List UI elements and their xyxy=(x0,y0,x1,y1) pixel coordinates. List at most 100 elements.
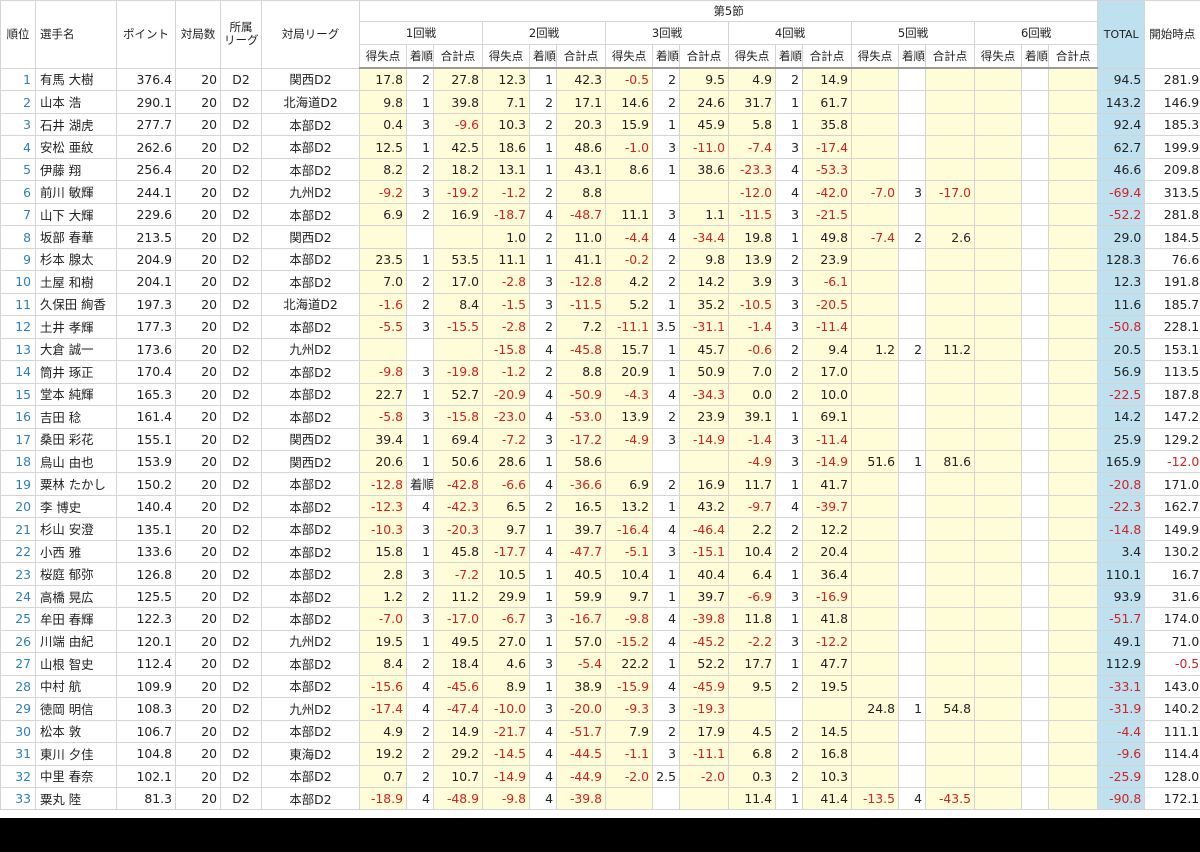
placement-cell-r1[interactable]: 4 xyxy=(406,786,434,811)
score-cell-r2[interactable]: 6.5 xyxy=(482,494,530,519)
round-header-2[interactable]: 2回戦 xyxy=(482,21,606,45)
points-header[interactable]: ポイント xyxy=(116,0,176,69)
match-league-cell[interactable]: 本部D2 xyxy=(261,652,360,676)
placement-cell-r2[interactable]: 1 xyxy=(529,135,557,159)
points-cell[interactable]: 104.8 xyxy=(116,742,176,766)
round-total-cell-r6[interactable] xyxy=(1047,270,1099,294)
placement-cell-r6[interactable] xyxy=(1021,292,1049,317)
score-cell-r5[interactable]: 51.6 xyxy=(851,449,899,474)
round-total-cell-r2[interactable]: -51.7 xyxy=(556,719,606,744)
round-total-cell-r3[interactable]: -2.0 xyxy=(679,764,729,789)
round-total-cell-r1[interactable]: 27.8 xyxy=(433,67,483,92)
score-cell-r2[interactable]: 27.0 xyxy=(482,629,530,654)
games-cell[interactable]: 20 xyxy=(175,405,221,429)
placement-cell-r2[interactable]: 2 xyxy=(529,225,557,249)
placement-cell-r3[interactable]: 1 xyxy=(652,292,680,317)
total-cell[interactable]: 12.3 xyxy=(1097,270,1146,294)
score-cell-r2[interactable]: -2.8 xyxy=(482,270,530,294)
games-cell[interactable]: 20 xyxy=(175,764,221,789)
games-cell[interactable]: 20 xyxy=(175,449,221,474)
placement-cell-r2[interactable]: 1 xyxy=(529,517,557,541)
score-cell-r1[interactable]: -5.5 xyxy=(359,315,407,339)
placement-cell-r6[interactable] xyxy=(1021,719,1049,744)
score-cell-r1[interactable] xyxy=(359,337,407,362)
score-cell-r4[interactable]: 19.8 xyxy=(728,225,776,249)
score-cell-r6[interactable] xyxy=(974,112,1022,137)
score-cell-r3[interactable]: -1.0 xyxy=(605,135,653,159)
round-total-cell-r2[interactable]: -36.6 xyxy=(556,472,606,496)
placement-cell-r4[interactable]: 3 xyxy=(775,292,803,317)
round-total-cell-r1[interactable]: -17.0 xyxy=(433,607,483,631)
score-cell-r4[interactable]: 4.5 xyxy=(728,719,776,744)
score-cell-r4[interactable]: 6.8 xyxy=(728,742,776,766)
round-total-cell-r5[interactable]: 11.2 xyxy=(925,337,975,362)
total-cell[interactable]: 11.6 xyxy=(1097,292,1146,317)
round-total-cell-r2[interactable]: 59.9 xyxy=(556,584,606,609)
score-cell-r3[interactable]: 9.7 xyxy=(605,584,653,609)
round-total-cell-r4[interactable]: -11.4 xyxy=(802,427,852,451)
points-cell[interactable]: 122.3 xyxy=(116,607,176,631)
points-cell[interactable]: 277.7 xyxy=(116,112,176,137)
start-points-cell[interactable]: 228.1 xyxy=(1144,315,1200,339)
start-points-cell[interactable]: -12.0 xyxy=(1144,449,1200,474)
points-cell[interactable]: 290.1 xyxy=(116,90,176,114)
placement-cell-r4[interactable]: 3 xyxy=(775,135,803,159)
placement-cell-r5[interactable] xyxy=(898,719,926,744)
round-total-cell-r4[interactable]: -6.1 xyxy=(802,270,852,294)
round-total-cell-r4[interactable]: 9.4 xyxy=(802,337,852,362)
placement-cell-r4[interactable]: 2 xyxy=(775,764,803,789)
round-total-cell-r2[interactable]: 39.7 xyxy=(556,517,606,541)
round-total-cell-r5[interactable] xyxy=(925,629,975,654)
placement-cell-r3[interactable]: 3 xyxy=(652,427,680,451)
score-cell-r3[interactable]: 6.9 xyxy=(605,472,653,496)
placement-cell-r5[interactable] xyxy=(898,112,926,137)
total-cell[interactable]: -25.9 xyxy=(1097,764,1146,789)
placement-cell-r3[interactable]: 2 xyxy=(652,719,680,744)
placement-cell-r4[interactable]: 3 xyxy=(775,629,803,654)
score-cell-r3[interactable]: -9.8 xyxy=(605,607,653,631)
placement-cell-r6[interactable] xyxy=(1021,786,1049,811)
score-cell-r3[interactable] xyxy=(605,449,653,474)
rank-cell[interactable]: 29 xyxy=(0,697,36,721)
table-row[interactable]: 22 小西 雅 133.6 20 D2 本部D2 15.8 1 45.8 -17.7 4 -47.7-… xyxy=(0,539,1200,564)
round-total-cell-r5[interactable] xyxy=(925,517,975,541)
start-points-cell[interactable]: 147.2 xyxy=(1144,405,1200,429)
placement-cell-r1[interactable]: 2 xyxy=(406,652,434,676)
score-cell-r2[interactable]: 9.7 xyxy=(482,517,530,541)
player-name-cell[interactable]: 大倉 誠一 xyxy=(35,337,117,362)
placement-cell-r5[interactable]: 2 xyxy=(898,337,926,362)
round-total-cell-r1[interactable] xyxy=(433,337,483,362)
round-total-cell-r6[interactable] xyxy=(1047,337,1099,362)
round-total-cell-r6[interactable] xyxy=(1047,247,1099,272)
score-cell-r6[interactable] xyxy=(974,449,1022,474)
round-total-cell-r6[interactable] xyxy=(1047,584,1099,609)
league-cell[interactable]: D2 xyxy=(220,742,262,766)
placement-cell-r1[interactable]: 3 xyxy=(406,405,434,429)
sub-header-r3-2[interactable]: 着順 xyxy=(652,44,680,69)
placement-cell-r5[interactable] xyxy=(898,382,926,407)
start-points-cell[interactable]: 162.7 xyxy=(1144,494,1200,519)
score-cell-r4[interactable]: 2.2 xyxy=(728,517,776,541)
league-cell[interactable]: D2 xyxy=(220,202,262,227)
player-name-cell[interactable]: 杉本 腺太 xyxy=(35,247,117,272)
score-cell-r1[interactable]: -10.3 xyxy=(359,517,407,541)
placement-cell-r4[interactable]: 3 xyxy=(775,584,803,609)
score-cell-r1[interactable]: 39.4 xyxy=(359,427,407,451)
score-cell-r6[interactable] xyxy=(974,786,1022,811)
rank-cell[interactable]: 13 xyxy=(0,337,36,362)
match-league-cell[interactable]: 本部D2 xyxy=(261,517,360,541)
sub-header-r4-3[interactable]: 合計点 xyxy=(802,44,852,69)
round-total-cell-r1[interactable]: -9.6 xyxy=(433,112,483,137)
match-league-cell[interactable]: 本部D2 xyxy=(261,112,360,137)
match-league-cell[interactable]: 本部D2 xyxy=(261,472,360,496)
round-total-cell-r5[interactable]: 54.8 xyxy=(925,697,975,721)
player-name-cell[interactable]: 川端 由紀 xyxy=(35,629,117,654)
games-cell[interactable]: 20 xyxy=(175,135,221,159)
points-cell[interactable]: 133.6 xyxy=(116,539,176,564)
round-total-cell-r6[interactable] xyxy=(1047,786,1099,811)
round-total-cell-r5[interactable] xyxy=(925,112,975,137)
score-cell-r1[interactable]: 4.9 xyxy=(359,719,407,744)
round-total-cell-r4[interactable]: -12.2 xyxy=(802,629,852,654)
placement-cell-r6[interactable] xyxy=(1021,180,1049,204)
points-cell[interactable]: 376.4 xyxy=(116,67,176,92)
